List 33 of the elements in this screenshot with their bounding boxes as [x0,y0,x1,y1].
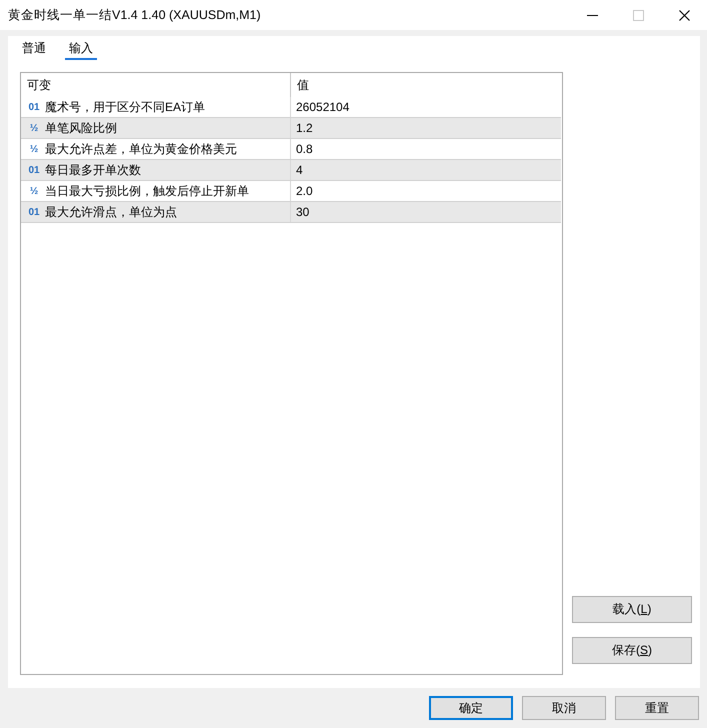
window-title: 黄金时线一单一结V1.4 1.40 (XAUUSDm,M1) [7,6,262,24]
parameter-name: 单笔风险比例 [45,120,117,136]
column-header: 值 [290,73,561,97]
parameter-name: 最大允许滑点，单位为点 [45,204,177,220]
table-row[interactable]: 01 最大允许滑点，单位为点 30 [21,202,561,223]
type-icon: ½ [27,144,41,154]
type-icon: 01 [27,206,41,218]
close-icon [678,10,690,20]
dialog-button[interactable]: 取消 [522,696,606,720]
parameter-name: 魔术号，用于区分不同EA订单 [45,98,206,116]
table-row[interactable]: 01 每日最多开单次数 4 [21,160,561,181]
dialog-button[interactable]: 重置 [615,696,699,720]
parameter-name: 每日最多开单次数 [45,162,141,178]
parameter-name: 当日最大亏损比例，触发后停止开新单 [45,182,249,200]
parameter-value: 4 [290,160,561,180]
side-button[interactable]: 保存(S) [572,637,692,664]
parameter-value: 1.2 [290,118,561,138]
maximize-icon [632,10,644,20]
tab[interactable]: 普通 [18,38,50,60]
type-icon: ½ [27,122,41,134]
parameter-value: 30 [290,202,561,222]
parameter-value: 26052104 [290,97,561,117]
type-icon: 01 [27,164,41,176]
dialog-button[interactable]: 确定 [429,696,513,720]
side-button[interactable]: 载入(L) [572,596,692,623]
parameter-name: 最大允许点差，单位为黄金价格美元 [45,140,237,158]
column-header: 可变 [26,76,52,94]
tab[interactable]: 输入 [65,38,97,60]
table-row[interactable]: ½ 单笔风险比例 1.2 [21,118,561,139]
type-icon: 01 [27,102,41,112]
type-icon: ½ [27,186,41,196]
parameter-value: 2.0 [290,181,561,201]
parameter-value: 0.8 [290,139,561,159]
